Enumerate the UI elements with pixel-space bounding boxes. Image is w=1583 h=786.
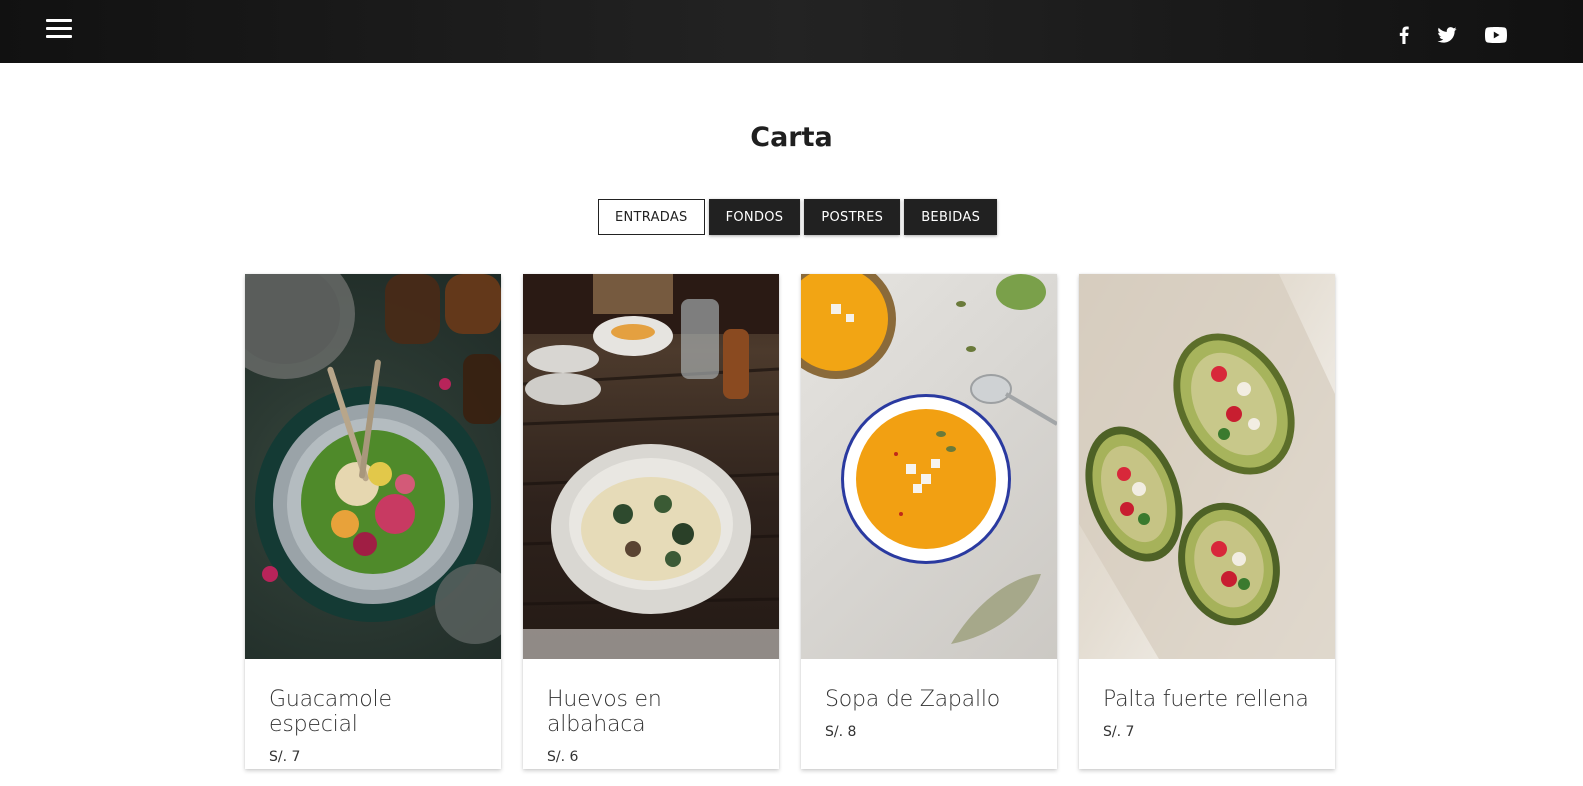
- dish-photo: [523, 274, 779, 659]
- dish-photo: [801, 274, 1057, 659]
- menu-card[interactable]: Huevos en albahaca S/. 6: [523, 274, 779, 769]
- dish-name: Sopa de Zapallo: [825, 687, 1001, 712]
- dish-name: Huevos en albahaca: [547, 687, 662, 737]
- tab-bebidas[interactable]: BEBIDAS: [904, 199, 998, 235]
- tab-entradas[interactable]: ENTRADAS: [598, 199, 705, 235]
- tab-postres[interactable]: POSTRES: [804, 199, 901, 235]
- dish-photo: [245, 274, 501, 659]
- dish-name: Palta fuerte rellena: [1103, 687, 1309, 712]
- category-tabs: ENTRADAS FONDOS POSTRES BEBIDAS: [598, 199, 998, 235]
- menu-cards: Guacamole especial S/. 7 Huevos en albah…: [245, 274, 1335, 769]
- dish-name: Guacamole especial: [269, 687, 392, 737]
- hamburger-icon[interactable]: [46, 19, 72, 39]
- youtube-icon[interactable]: [1484, 24, 1508, 46]
- facebook-icon[interactable]: [1396, 24, 1412, 46]
- dish-price: S/. 6: [547, 749, 579, 765]
- menu-card[interactable]: Guacamole especial S/. 7: [245, 274, 501, 769]
- dish-photo: [1079, 274, 1335, 659]
- dish-price: S/. 7: [1103, 724, 1135, 740]
- dish-price: S/. 7: [269, 749, 301, 765]
- menu-card[interactable]: Sopa de Zapallo S/. 8: [801, 274, 1057, 769]
- page-title: Carta: [750, 122, 833, 153]
- menu-card[interactable]: Palta fuerte rellena S/. 7: [1079, 274, 1335, 769]
- twitter-icon[interactable]: [1436, 24, 1458, 46]
- top-navbar: [0, 0, 1583, 63]
- dish-price: S/. 8: [825, 724, 857, 740]
- tab-fondos[interactable]: FONDOS: [708, 199, 801, 235]
